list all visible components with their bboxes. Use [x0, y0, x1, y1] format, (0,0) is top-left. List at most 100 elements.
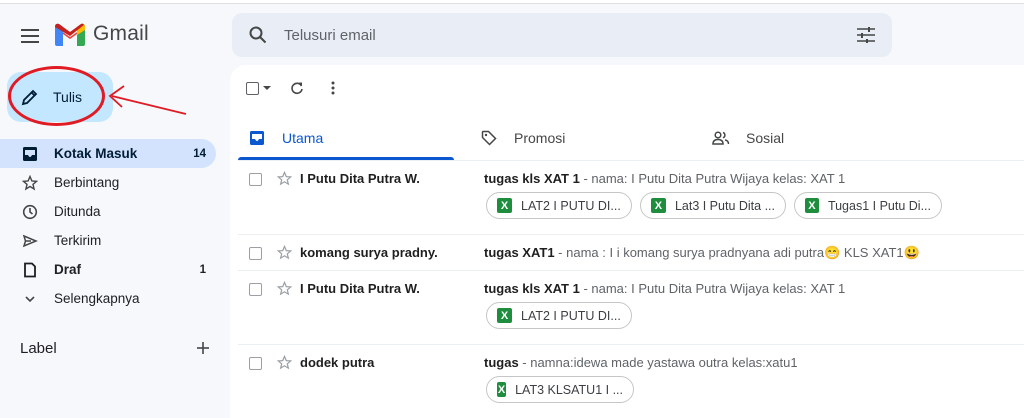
star-icon: [20, 173, 40, 193]
sidebar-item-label: Draf: [54, 262, 82, 277]
star-toggle[interactable]: [274, 242, 294, 262]
email-subject: tugas XAT1: [484, 245, 555, 260]
browser-top-edge: [0, 0, 1024, 4]
tag-icon: [480, 129, 498, 147]
more-options-button[interactable]: [323, 78, 343, 98]
attachment-name: LAT2 I PUTU DI...: [521, 198, 621, 213]
tune-icon: [857, 27, 875, 43]
sidebar-item-starred[interactable]: Berbintang: [0, 168, 216, 197]
main-menu-button[interactable]: [16, 22, 44, 50]
email-snippet: - nama : I i komang surya pradnyana adi …: [554, 245, 920, 260]
file-icon: [20, 260, 40, 280]
sidebar-item-inbox[interactable]: Kotak Masuk 14: [0, 139, 216, 168]
email-sender: I Putu Dita Putra W.: [300, 171, 420, 186]
row-checkbox[interactable]: [249, 173, 262, 186]
mail-list-panel: Utama Promosi Sosial I Putu Dita Putra W…: [230, 65, 1024, 418]
list-toolbar: [246, 76, 343, 100]
hamburger-icon: [21, 29, 39, 43]
select-all-checkbox[interactable]: [246, 81, 271, 95]
clock-icon: [20, 202, 40, 222]
search-bar[interactable]: [232, 13, 892, 57]
draft-count: 1: [199, 263, 206, 276]
attachment-name: LAT2 I PUTU DI...: [521, 308, 621, 323]
email-sender: dodek putra: [300, 355, 375, 370]
search-button[interactable]: [232, 13, 284, 57]
email-preview: tugas XAT1 - nama : I i komang surya pra…: [484, 245, 1024, 261]
refresh-icon: [291, 82, 303, 95]
tab-primary[interactable]: Utama: [238, 115, 470, 160]
attachment-list: X LAT2 I PUTU DI...: [486, 302, 632, 329]
tab-promotions[interactable]: Promosi: [470, 115, 702, 160]
sidebar-item-sent[interactable]: Terkirim: [0, 226, 216, 255]
attachment-name: Tugas1 I Putu Di...: [827, 198, 931, 213]
email-row[interactable]: dodek putra tugas - namna:idewa made yas…: [238, 345, 1024, 418]
email-subject: tugas kls XAT 1: [484, 171, 580, 186]
attachment-list: X LAT3 KLSATU1 I ...: [486, 376, 634, 403]
attachment-name: Lat3 I Putu Dita ...: [674, 198, 775, 213]
email-preview: tugas kls XAT 1 - nama: I Putu Dita Putr…: [484, 171, 1024, 186]
tab-social[interactable]: Sosial: [702, 115, 934, 160]
excel-file-icon: X: [497, 382, 507, 397]
attachment-name: LAT3 KLSATU1 I ...: [515, 382, 623, 397]
sidebar-item-label: Berbintang: [54, 175, 120, 190]
email-snippet: - namna:idewa made yastawa outra kelas:x…: [518, 355, 798, 370]
create-label-button[interactable]: [192, 337, 214, 359]
excel-file-icon: X: [497, 308, 512, 323]
sidebar-item-label: Kotak Masuk: [54, 146, 138, 161]
app-name: Gmail: [93, 22, 149, 45]
email-row[interactable]: komang surya pradny. tugas XAT1 - nama :…: [238, 235, 1024, 271]
attachment-chip[interactable]: X LAT2 I PUTU DI...: [486, 302, 632, 329]
email-preview: tugas - namna:idewa made yastawa outra k…: [484, 355, 1024, 370]
search-icon: [249, 26, 267, 44]
unread-count: 14: [193, 147, 206, 160]
inbox-icon: [248, 129, 266, 147]
email-sender: komang surya pradny.: [300, 245, 438, 260]
gmail-logo[interactable]: Gmail: [55, 22, 149, 46]
sidebar-item-more[interactable]: Selengkapnya: [0, 284, 216, 313]
star-icon: [276, 244, 292, 259]
refresh-button[interactable]: [287, 78, 307, 98]
sidebar-item-drafts[interactable]: Draf 1: [0, 255, 216, 284]
star-toggle[interactable]: [274, 352, 294, 372]
excel-file-icon: X: [497, 198, 512, 213]
sidebar-item-label: Terkirim: [54, 233, 102, 248]
sidebar-item-label: Ditunda: [54, 204, 101, 219]
attachment-chip[interactable]: X Tugas1 I Putu Di...: [794, 192, 942, 219]
search-options-button[interactable]: [840, 13, 892, 57]
star-icon: [276, 354, 292, 369]
tab-label: Promosi: [514, 129, 566, 146]
email-subject: tugas kls XAT 1: [484, 281, 580, 296]
email-list: I Putu Dita Putra W. tugas kls XAT 1 - n…: [238, 160, 1024, 403]
send-icon: [20, 231, 40, 251]
email-row[interactable]: I Putu Dita Putra W. tugas kls XAT 1 - n…: [238, 161, 1024, 235]
excel-file-icon: X: [805, 198, 819, 213]
excel-file-icon: X: [651, 198, 666, 213]
gmail-m-icon: [55, 23, 85, 46]
row-checkbox[interactable]: [249, 247, 262, 260]
star-icon: [276, 170, 292, 185]
star-toggle[interactable]: [274, 278, 294, 298]
annotation-arrow: [108, 85, 187, 115]
attachment-chip[interactable]: X Lat3 I Putu Dita ...: [640, 192, 786, 219]
email-snippet: - nama: I Putu Dita Putra Wijaya kelas: …: [579, 171, 846, 186]
compose-button[interactable]: Tulis: [7, 72, 113, 122]
more-vert-icon: [331, 81, 335, 95]
row-checkbox[interactable]: [249, 283, 262, 296]
attachment-chip[interactable]: X LAT2 I PUTU DI...: [486, 192, 632, 219]
sidebar-item-snoozed[interactable]: Ditunda: [0, 197, 216, 226]
attachment-chip[interactable]: X LAT3 KLSATU1 I ...: [486, 376, 634, 403]
row-checkbox[interactable]: [249, 357, 262, 370]
star-toggle[interactable]: [274, 168, 294, 188]
search-input[interactable]: [284, 26, 840, 44]
sidebar-nav: Kotak Masuk 14 Berbintang Ditunda Terkir…: [0, 139, 216, 313]
tab-label: Utama: [282, 129, 324, 146]
pencil-icon: [21, 89, 38, 106]
labels-title: Label: [20, 339, 57, 357]
email-row[interactable]: I Putu Dita Putra W. tugas kls XAT 1 - n…: [238, 271, 1024, 345]
inbox-icon: [20, 144, 40, 164]
checkbox: [246, 81, 259, 95]
star-icon: [276, 280, 292, 295]
email-subject: tugas: [484, 355, 519, 370]
email-snippet: - nama: I Putu Dita Putra Wijaya kelas: …: [579, 281, 846, 296]
compose-label: Tulis: [53, 89, 83, 105]
